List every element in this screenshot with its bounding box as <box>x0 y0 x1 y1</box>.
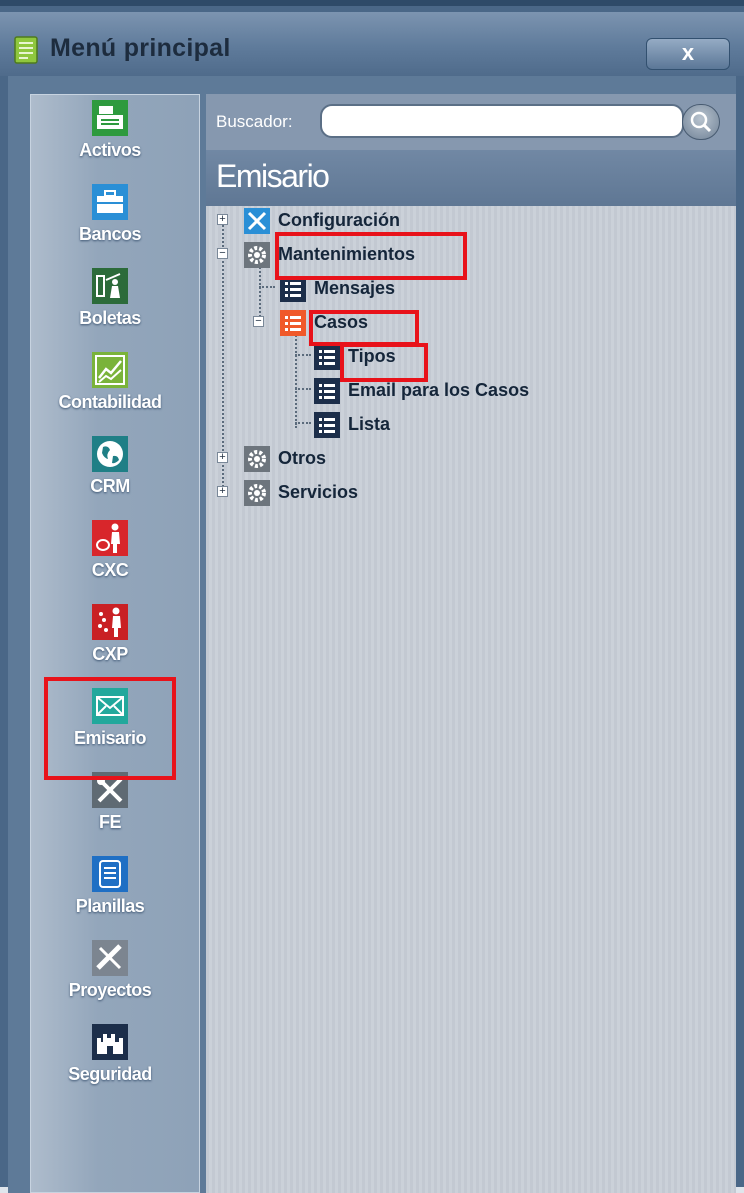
main-menu-window: Menú principal x Activos Bancos Boletas … <box>0 0 744 1193</box>
section-header: Emisario <box>206 150 736 207</box>
search-input[interactable] <box>320 104 684 138</box>
expand-toggle-servicios[interactable]: + <box>217 486 228 497</box>
mantenimientos-highlight <box>275 232 467 280</box>
sidebar-item-bancos[interactable]: Bancos <box>31 179 201 263</box>
search-button[interactable] <box>682 104 720 140</box>
person-coins-icon <box>92 604 128 640</box>
gear-icon <box>244 446 270 472</box>
gear-icon <box>244 242 270 268</box>
tree-connector <box>295 388 311 390</box>
sidebar-item-boletas[interactable]: Boletas <box>31 263 201 347</box>
sidebar-item-label: Bancos <box>78 224 142 244</box>
menu-book-icon <box>14 36 38 64</box>
sidebar-item-label: CXP <box>92 644 128 664</box>
tree-connector <box>259 286 275 288</box>
sidebar-item-activos[interactable]: Activos <box>31 95 201 179</box>
gear-icon <box>244 480 270 506</box>
castle-icon <box>92 1024 128 1060</box>
close-button[interactable]: x <box>646 38 730 70</box>
section-title: Emisario <box>216 158 330 194</box>
sidebar-item-label: Seguridad <box>68 1064 152 1084</box>
expand-toggle-otros[interactable]: + <box>217 452 228 463</box>
search-label: Buscador: <box>216 112 293 131</box>
sidebar-item-label: Boletas <box>79 308 141 328</box>
list-icon <box>280 310 306 336</box>
sidebar-item-label: CRM <box>90 476 130 496</box>
sidebar-item-label: Proyectos <box>68 980 152 1000</box>
collapse-toggle-casos[interactable]: − <box>253 316 264 327</box>
globe-icon <box>92 436 128 472</box>
sidebar-item-label: Contabilidad <box>58 392 163 412</box>
module-sidebar: Activos Bancos Boletas Contabilidad CRM … <box>30 94 200 1193</box>
person-piggy-icon <box>92 520 128 556</box>
sidebar-item-proyectos[interactable]: Proyectos <box>31 935 201 1019</box>
title-bar[interactable]: Menú principal x <box>0 12 744 76</box>
sidebar-item-label: Activos <box>79 140 141 160</box>
wrench-screwdriver-icon <box>244 208 270 234</box>
tree-connector <box>295 422 311 424</box>
sidebar-item-cxp[interactable]: CXP <box>31 599 201 683</box>
document-icon <box>92 856 128 892</box>
sidebar-item-seguridad[interactable]: Seguridad <box>31 1019 201 1103</box>
expand-toggle-configuracion[interactable]: + <box>217 214 228 225</box>
tree-connector <box>295 354 311 356</box>
cash-register-icon <box>92 100 128 136</box>
emisario-highlight <box>44 677 176 780</box>
ruler-pencil-icon <box>92 940 128 976</box>
search-icon <box>690 111 712 133</box>
briefcase-icon <box>92 184 128 220</box>
sidebar-item-contabilidad[interactable]: Contabilidad <box>31 347 201 431</box>
sidebar-item-label: Planillas <box>75 896 145 916</box>
chart-icon <box>92 352 128 388</box>
sidebar-item-cxc[interactable]: CXC <box>31 515 201 599</box>
presenter-icon <box>92 268 128 304</box>
menu-tree: Configuración + Mantenimientos − Mensaje… <box>206 206 736 1193</box>
sidebar-item-planillas[interactable]: Planillas <box>31 851 201 935</box>
sidebar-item-crm[interactable]: CRM <box>31 431 201 515</box>
list-icon <box>314 378 340 404</box>
search-bar: Buscador: <box>206 94 736 150</box>
list-icon <box>314 344 340 370</box>
casos-highlight <box>309 310 419 346</box>
sidebar-item-label: CXC <box>91 560 129 580</box>
collapse-toggle-mantenimientos[interactable]: − <box>217 248 228 259</box>
list-icon <box>314 412 340 438</box>
tipos-highlight <box>340 343 428 382</box>
tree-connector <box>295 320 297 428</box>
window-title: Menú principal <box>50 34 231 62</box>
sidebar-item-label: FE <box>98 812 122 832</box>
